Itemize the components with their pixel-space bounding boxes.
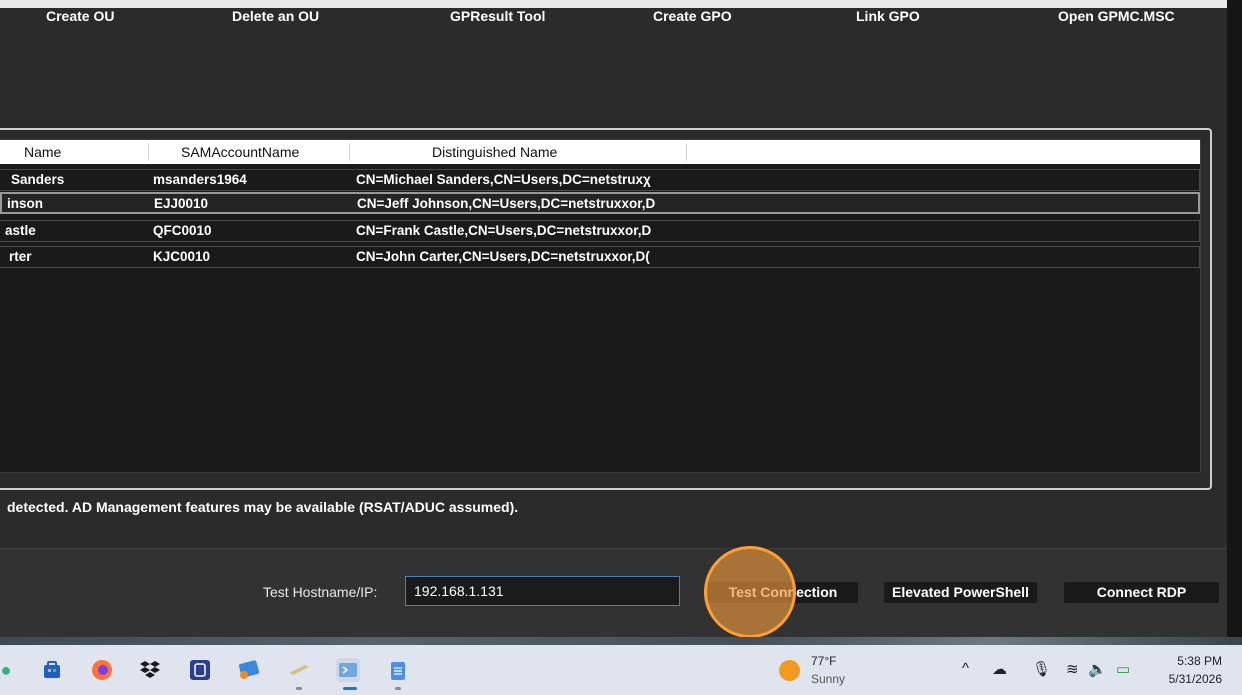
column-separator[interactable]: [686, 143, 687, 161]
column-header-name[interactable]: Name: [24, 144, 61, 160]
edge-icon[interactable]: ●: [0, 658, 18, 682]
table-row[interactable]: astle QFC0010 CN=Frank Castle,CN=Users,D…: [0, 220, 1200, 242]
column-header-samaccountname[interactable]: SAMAccountName: [181, 144, 299, 160]
column-separator[interactable]: [148, 143, 149, 161]
powershell-app-icon[interactable]: [336, 658, 360, 682]
chevron-up-icon[interactable]: ^: [962, 660, 969, 677]
firefox-icon[interactable]: [90, 658, 114, 682]
onedrive-icon[interactable]: ☁: [992, 660, 1007, 678]
create-gpo-button[interactable]: Create GPO: [653, 8, 732, 24]
desktop-wallpaper-strip: [0, 637, 1242, 645]
taskbar: ● 77°F Sunny ^ ☁ 🎙 ≋ 🔈 ▭ 5:38 PM 5/31/20…: [0, 645, 1242, 695]
delete-ou-button[interactable]: Delete an OU: [232, 8, 319, 24]
cell-samaccountname: msanders1964: [153, 172, 247, 187]
hostname-input[interactable]: [405, 576, 680, 606]
hostname-label: Test Hostname/IP:: [263, 584, 378, 600]
cell-name: Sanders: [11, 172, 65, 187]
window-top-edge: [0, 0, 1242, 8]
tool-icon[interactable]: [287, 658, 311, 682]
create-ou-button[interactable]: Create OU: [46, 8, 114, 24]
column-separator[interactable]: [349, 143, 350, 161]
wifi-icon[interactable]: ≋: [1066, 660, 1079, 678]
running-indicator: [296, 687, 302, 690]
table-row[interactable]: rter KJC0010 CN=John Carter,CN=Users,DC=…: [0, 246, 1200, 268]
weather-description[interactable]: Sunny: [811, 672, 845, 686]
cell-samaccountname: KJC0010: [153, 249, 211, 264]
window-right-edge: [1227, 0, 1242, 645]
table-row-selected[interactable]: inson EJJ0010 CN=Jeff Johnson,CN=Users,D…: [0, 192, 1200, 214]
gpresult-tool-button[interactable]: GPResult Tool: [450, 8, 545, 24]
open-gpmc-button[interactable]: Open GPMC.MSC: [1058, 8, 1175, 24]
running-indicator: [395, 687, 401, 690]
notepad-icon[interactable]: [386, 658, 410, 682]
cell-name: rter: [9, 249, 32, 264]
users-grid[interactable]: Name SAMAccountName Distinguished Name S…: [0, 139, 1201, 473]
remote-desktop-icon[interactable]: [237, 658, 261, 682]
test-connection-button[interactable]: Test Connection: [708, 582, 858, 603]
app-window: Create OU Delete an OU GPResult Tool Cre…: [0, 0, 1242, 645]
dropbox-icon[interactable]: [138, 658, 162, 682]
speaker-icon[interactable]: 🔈: [1088, 660, 1107, 678]
battery-icon[interactable]: ▭: [1116, 660, 1130, 678]
cell-distinguished-name: CN=Jeff Johnson,CN=Users,DC=netstruxxor,…: [357, 196, 656, 211]
active-indicator: [343, 687, 357, 690]
table-row[interactable]: Sanders msanders1964 CN=Michael Sanders,…: [0, 169, 1200, 191]
cell-samaccountname: EJJ0010: [154, 196, 209, 211]
cell-name: inson: [7, 196, 43, 211]
cell-distinguished-name: CN=Frank Castle,CN=Users,DC=netstruxxor,…: [356, 223, 652, 238]
cell-samaccountname: QFC0010: [153, 223, 212, 238]
toolbar: Create OU Delete an OU GPResult Tool Cre…: [0, 8, 1227, 30]
elevated-powershell-button[interactable]: Elevated PowerShell: [884, 582, 1037, 603]
microphone-icon[interactable]: 🎙: [1032, 660, 1051, 678]
grid-header: Name SAMAccountName Distinguished Name: [0, 140, 1200, 164]
status-message: detected. AD Management features may be …: [7, 499, 519, 515]
cell-name: astle: [5, 223, 36, 238]
link-gpo-button[interactable]: Link GPO: [856, 8, 920, 24]
clock-date[interactable]: 5/31/2026: [1160, 672, 1222, 686]
column-header-distinguished-name[interactable]: Distinguished Name: [432, 144, 557, 160]
clock-time[interactable]: 5:38 PM: [1160, 654, 1222, 668]
weather-temperature[interactable]: 77°F: [811, 654, 836, 668]
weather-sun-icon[interactable]: [779, 660, 800, 681]
cell-distinguished-name: CN=Michael Sanders,CN=Users,DC=netstruxχ: [356, 172, 651, 187]
connect-rdp-button[interactable]: Connect RDP: [1064, 582, 1219, 603]
app-icon[interactable]: [188, 658, 212, 682]
store-icon[interactable]: [40, 658, 64, 682]
cell-distinguished-name: CN=John Carter,CN=Users,DC=netstruxxor,D…: [356, 249, 650, 264]
